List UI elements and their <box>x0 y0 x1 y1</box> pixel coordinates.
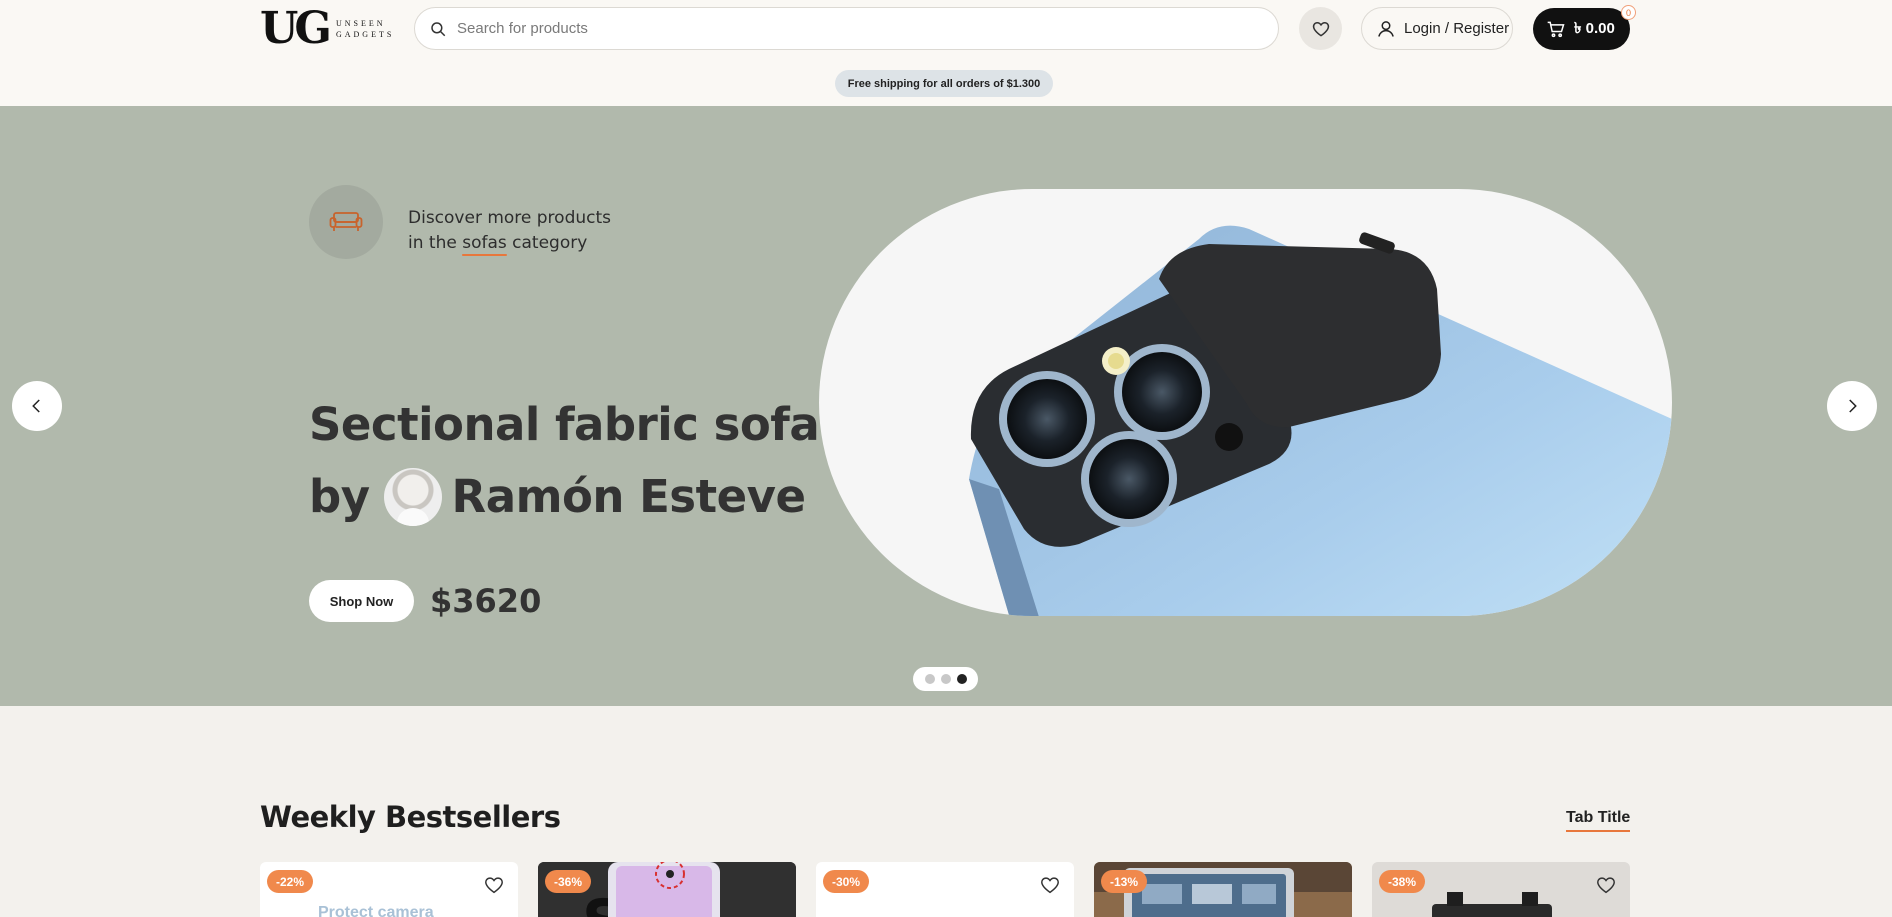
cart-icon <box>1547 21 1565 38</box>
category-icon-circle[interactable] <box>309 185 383 259</box>
category-link-sofas[interactable]: sofas <box>462 233 507 253</box>
slider-dot-3[interactable] <box>956 674 967 684</box>
discount-badge: -30% <box>823 870 870 893</box>
product-card[interactable]: -13% <box>1094 862 1352 917</box>
product-card[interactable]: -22% Protect camera <box>260 862 518 917</box>
discount-badge: -36% <box>545 870 592 893</box>
logo-text: UNSEEN GADGETS <box>336 18 394 40</box>
heart-icon[interactable] <box>1039 874 1061 896</box>
hero-product-image <box>819 189 1672 616</box>
product-image-text: Protect camera <box>318 904 434 917</box>
phone-camera-image <box>969 225 1672 616</box>
slider-next-button[interactable] <box>1827 381 1877 431</box>
search-bar[interactable] <box>414 7 1279 50</box>
login-label: Login / Register <box>1404 20 1510 37</box>
heart-icon[interactable] <box>483 874 505 896</box>
sofa-icon <box>329 212 363 231</box>
product-card[interactable]: -30% <box>816 862 1074 917</box>
site-header: UG UNSEEN GADGETS Login / Register ৳ 0.0… <box>0 0 1892 106</box>
designer-avatar <box>383 468 442 526</box>
discount-badge: -22% <box>267 870 314 893</box>
section-title-weekly-bestsellers: Weekly Bestsellers <box>260 800 561 834</box>
slider-dot-1[interactable] <box>924 674 935 684</box>
logo-line-2: GADGETS <box>335 30 395 39</box>
login-register-button[interactable]: Login / Register <box>1361 7 1513 50</box>
category-promo-text: Discover more products in the sofas cate… <box>408 206 611 256</box>
heart-icon <box>1312 21 1329 37</box>
heart-icon[interactable] <box>1595 874 1617 896</box>
cart-button[interactable]: ৳ 0.00 <box>1533 8 1630 50</box>
product-card[interactable]: -38% <box>1372 862 1630 917</box>
hero-title-line-1: Sectional fabric sofa <box>309 398 820 451</box>
chevron-right-icon <box>1849 399 1857 413</box>
search-input[interactable] <box>457 20 1237 37</box>
category-promo-line-1: Discover more products <box>408 208 612 228</box>
slider-pagination <box>913 667 978 691</box>
category-promo-prefix: in the <box>408 233 463 253</box>
logo-mark: UG <box>260 3 332 54</box>
search-icon <box>431 21 446 36</box>
logo-line-1: UNSEEN <box>335 19 386 28</box>
discount-badge: -38% <box>1379 870 1426 893</box>
designer-name: Ramón Esteve <box>451 470 806 523</box>
slider-prev-button[interactable] <box>12 381 62 431</box>
category-promo-line-2: in the sofas category <box>408 231 611 256</box>
tab-title[interactable]: Tab Title <box>1566 809 1631 832</box>
user-icon <box>1378 20 1394 37</box>
logo[interactable]: UG UNSEEN GADGETS <box>260 6 392 52</box>
chevron-left-icon <box>32 399 40 413</box>
product-card[interactable]: S -36% <box>538 862 796 917</box>
hero-title: Sectional fabric sofa by Ramón Esteve <box>309 389 820 533</box>
shipping-notice: Free shipping for all orders of $1.300 <box>835 70 1053 97</box>
cart-count-badge: 0 <box>1621 5 1636 20</box>
category-promo-suffix: category <box>506 233 588 253</box>
hero-price: $3620 <box>430 582 542 620</box>
cart-amount: ৳ 0.00 <box>1574 19 1615 37</box>
discount-badge: -13% <box>1101 870 1148 893</box>
hero-title-by: by <box>309 470 370 523</box>
hero-slider: Discover more products in the sofas cate… <box>0 106 1892 706</box>
slider-dot-2[interactable] <box>940 674 951 684</box>
wishlist-button[interactable] <box>1299 7 1342 50</box>
hero-title-line-2: by Ramón Esteve <box>309 461 819 533</box>
shop-now-button[interactable]: Shop Now <box>309 580 414 622</box>
